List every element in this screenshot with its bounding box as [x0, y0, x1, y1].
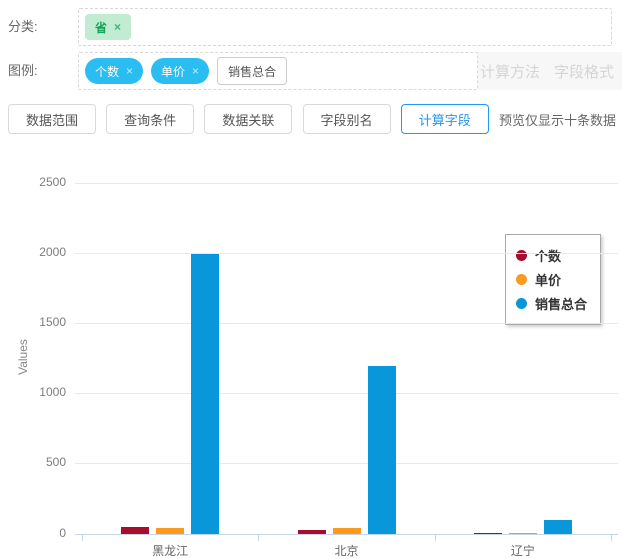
- remove-tag-icon[interactable]: ×: [114, 20, 121, 34]
- legend-row-label: 图例:: [8, 52, 74, 90]
- field-actions-panel: 计算方法 字段格式: [478, 52, 622, 90]
- y-axis-title: Values: [16, 322, 30, 392]
- gridline: [75, 393, 618, 394]
- tag-sales-total[interactable]: 销售总合: [217, 57, 287, 85]
- bar-单价-黑龙江: [156, 528, 184, 534]
- x-category-label: 北京: [287, 542, 407, 559]
- x-axis-tick: [82, 534, 83, 541]
- calc-method-link[interactable]: 计算方法: [480, 61, 540, 82]
- y-tick-label: 0: [22, 526, 66, 540]
- legend-color-dot: [516, 274, 527, 285]
- category-row-label: 分类:: [8, 8, 74, 46]
- legend-item-个数: 个数: [516, 246, 587, 265]
- tag-province[interactable]: 省 ×: [85, 14, 131, 40]
- bar-单价-北京: [333, 528, 361, 534]
- bar-个数-黑龙江: [121, 527, 149, 534]
- category-dropzone[interactable]: 省 ×: [78, 8, 612, 46]
- data-range-button[interactable]: 数据范围: [8, 104, 96, 134]
- tag-count[interactable]: 个数 ×: [85, 58, 143, 84]
- preview-note: 预览仅显示十条数据: [499, 110, 616, 129]
- y-tick-label: 2500: [22, 175, 66, 189]
- calculated-field-button[interactable]: 计算字段: [401, 104, 489, 134]
- gridline: [75, 183, 618, 184]
- x-axis-tick: [258, 534, 259, 541]
- bar-个数-北京: [298, 530, 326, 534]
- query-condition-button[interactable]: 查询条件: [106, 104, 194, 134]
- x-category-label: 黑龙江: [110, 542, 230, 559]
- gridline: [75, 253, 618, 254]
- tag-label: 省: [95, 19, 107, 36]
- legend-color-dot: [516, 298, 527, 309]
- bar-个数-辽宁: [474, 533, 502, 534]
- y-tick-label: 1000: [22, 385, 66, 399]
- tag-label: 单价: [161, 63, 185, 80]
- y-tick-label: 2000: [22, 245, 66, 259]
- legend-label: 销售总合: [535, 294, 587, 313]
- x-axis-line: [75, 534, 618, 535]
- x-axis-tick: [611, 534, 612, 541]
- legend-item-销售总合: 销售总合: [516, 294, 587, 313]
- legend-label: 个数: [535, 246, 561, 265]
- legend-label: 单价: [535, 270, 561, 289]
- y-tick-label: 500: [22, 455, 66, 469]
- x-axis-tick: [435, 534, 436, 541]
- field-alias-button[interactable]: 字段别名: [303, 104, 391, 134]
- bar-销售总合-辽宁: [544, 520, 572, 534]
- tag-label: 个数: [95, 63, 119, 80]
- bar-销售总合-北京: [368, 366, 396, 534]
- tag-unit-price[interactable]: 单价 ×: [151, 58, 209, 84]
- x-category-label: 辽宁: [463, 542, 583, 559]
- y-tick-label: 1500: [22, 315, 66, 329]
- legend-item-单价: 单价: [516, 270, 587, 289]
- toolbar: 数据范围 查询条件 数据关联 字段别名 计算字段 预览仅显示十条数据: [8, 104, 616, 134]
- bar-销售总合-黑龙江: [191, 254, 219, 534]
- legend-dropzone[interactable]: 个数 × 单价 × 销售总合: [78, 52, 478, 90]
- field-format-link[interactable]: 字段格式: [554, 61, 614, 82]
- gridline: [75, 323, 618, 324]
- tag-label: 销售总合: [228, 63, 276, 80]
- bar-chart-preview: Values 个数单价销售总合 0 500 1000 1500 2000 2500 黑龙江 北…: [0, 150, 622, 558]
- chart-legend: 个数单价销售总合: [505, 234, 601, 325]
- remove-tag-icon[interactable]: ×: [126, 64, 133, 78]
- bar-单价-辽宁: [509, 533, 537, 534]
- gridline: [75, 463, 618, 464]
- data-association-button[interactable]: 数据关联: [204, 104, 292, 134]
- remove-tag-icon[interactable]: ×: [192, 64, 199, 78]
